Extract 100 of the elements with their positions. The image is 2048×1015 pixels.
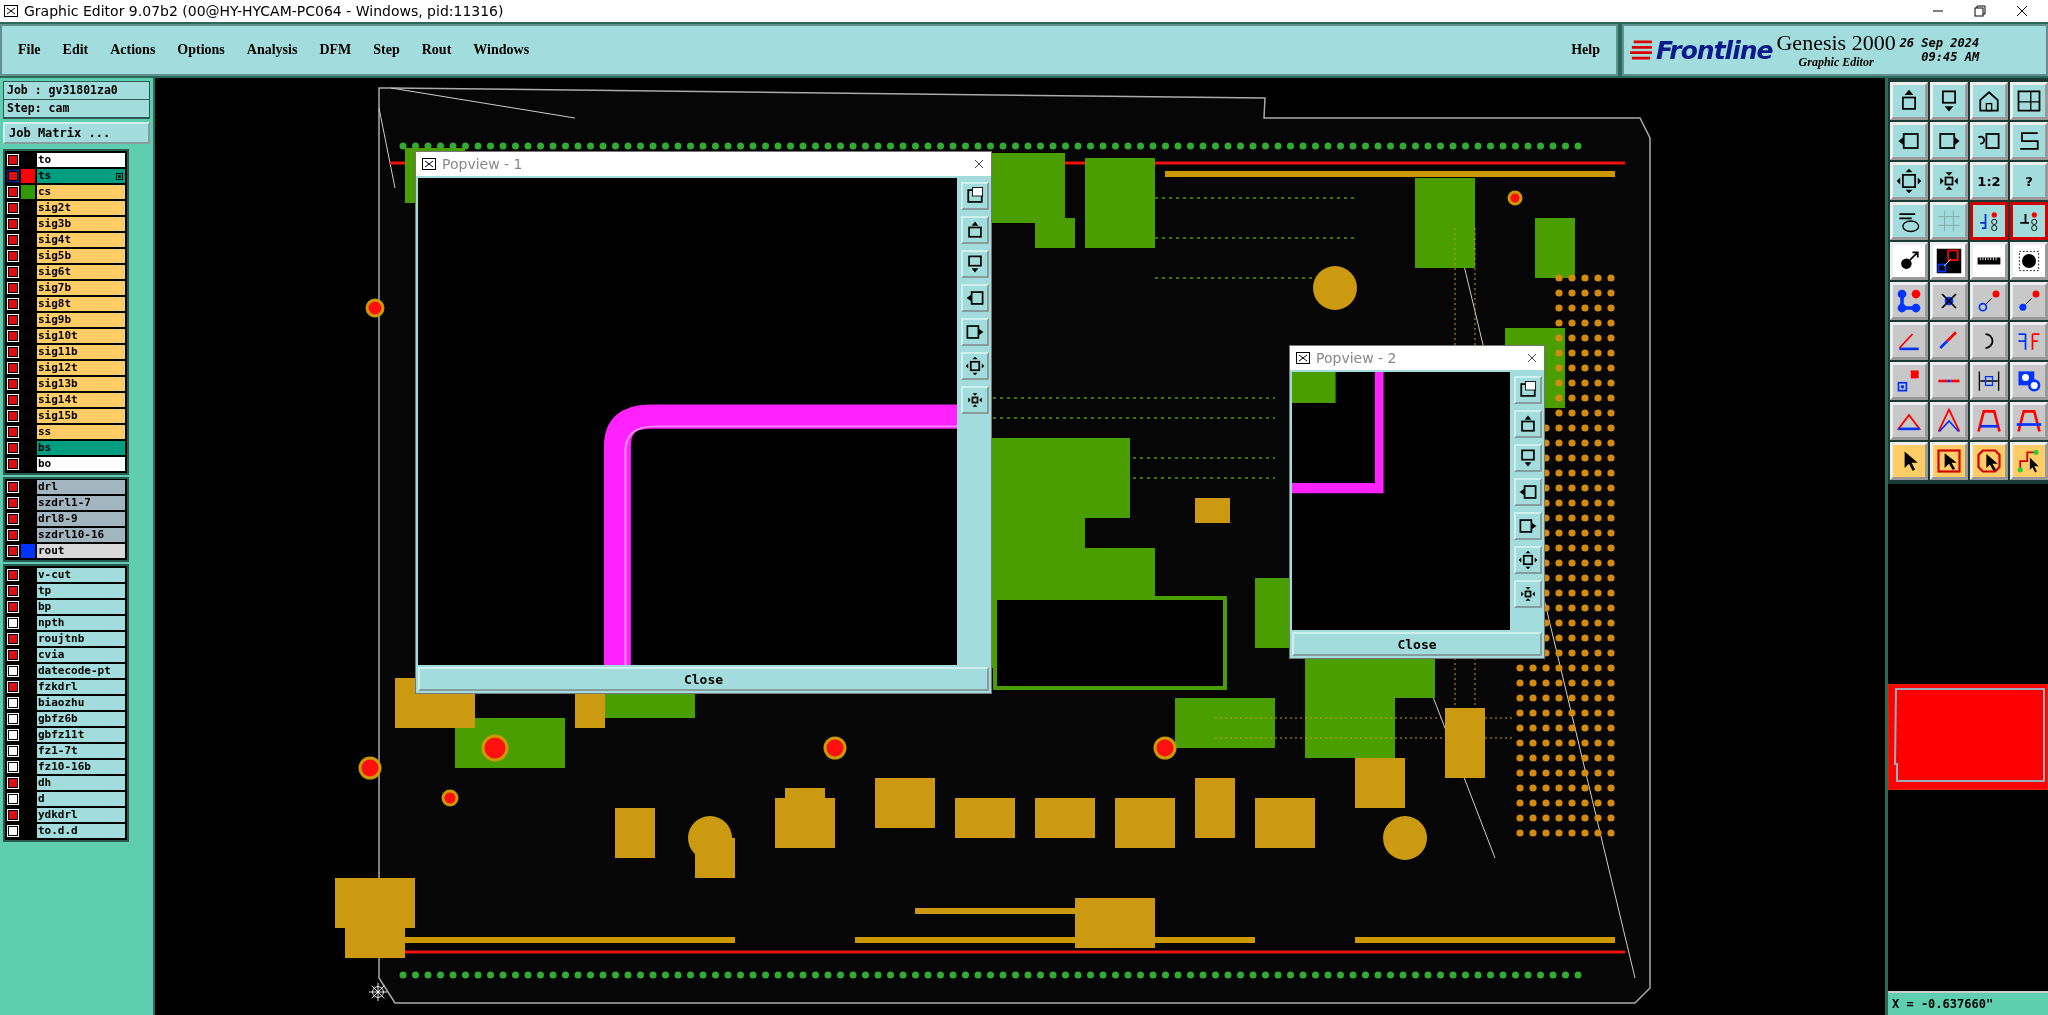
layer-name[interactable]: ts — [37, 168, 125, 183]
layer-name[interactable]: dh — [37, 775, 125, 790]
layer-name[interactable]: cvia — [37, 647, 125, 662]
layer-name[interactable]: sig13b — [37, 376, 125, 391]
layer-name[interactable]: drl — [37, 480, 125, 495]
display-color-swatch[interactable] — [21, 168, 35, 183]
job-matrix-button[interactable]: Job Matrix ... — [3, 122, 150, 144]
menu-item[interactable]: Step — [373, 42, 400, 58]
boxed-marker-icon[interactable] — [1970, 362, 2008, 400]
layer-name[interactable]: sig10t — [37, 328, 125, 343]
menu-item[interactable]: Actions — [110, 42, 156, 58]
expand-box-icon[interactable] — [1514, 546, 1542, 574]
shrink-box-icon[interactable] — [1930, 162, 1968, 200]
layer-name[interactable]: fzkdrl — [37, 679, 125, 694]
layer-name[interactable]: roujtnb — [37, 631, 125, 646]
layer-name[interactable]: gbfz6b — [37, 711, 125, 726]
layer-name[interactable]: biaozhu — [37, 695, 125, 710]
s-curve-icon[interactable] — [2010, 122, 2048, 160]
layer-name[interactable]: npth — [37, 615, 125, 630]
layer-name[interactable]: sig4t — [37, 232, 125, 247]
layer-name[interactable]: sig11b — [37, 344, 125, 359]
layer-name[interactable]: rout — [37, 544, 125, 559]
menu-item[interactable]: Analysis — [246, 42, 298, 58]
export-icon[interactable] — [961, 216, 989, 244]
route-pointer-icon[interactable] — [2010, 442, 2048, 480]
toolbar-button[interactable]: 1:2 — [1970, 162, 2008, 200]
import-icon[interactable] — [961, 250, 989, 278]
mirror-bars-icon[interactable] — [2010, 322, 2048, 360]
layer-name[interactable]: ydkdrl — [37, 807, 125, 822]
layer-name[interactable]: sig12t — [37, 360, 125, 375]
help-menu[interactable]: Help — [1571, 42, 1600, 58]
diagonal-boxes-icon[interactable] — [1930, 242, 1968, 280]
layer-name[interactable]: tp — [37, 583, 125, 598]
toolbar-button[interactable]: ? — [2010, 162, 2048, 200]
blob-icon[interactable] — [2010, 362, 2048, 400]
connected-dots-icon[interactable] — [1890, 282, 1928, 320]
window-icon[interactable] — [961, 182, 989, 210]
house-icon[interactable] — [1970, 82, 2008, 120]
layer-name[interactable]: sig6t — [37, 264, 125, 279]
boxed-pointer-icon[interactable] — [1930, 442, 1968, 480]
layer-name[interactable]: sig15b — [37, 408, 125, 423]
octagon-pointer-icon[interactable] — [1970, 442, 2008, 480]
dot-square-icon[interactable] — [2010, 242, 2048, 280]
undo-box-icon[interactable] — [1970, 122, 2008, 160]
coordinate-readout: X = -0.637660" — [1888, 991, 2048, 1015]
restore-icon[interactable] — [1972, 3, 1988, 19]
close-button[interactable]: Close — [1292, 632, 1542, 656]
expand-box-icon[interactable] — [961, 352, 989, 380]
circuit-icon[interactable] — [1970, 202, 2008, 240]
pointer-icon[interactable] — [1890, 442, 1928, 480]
layer-name[interactable]: d — [37, 791, 125, 806]
menu-item[interactable]: DFM — [319, 42, 352, 58]
close-icon[interactable] — [2014, 3, 2030, 19]
expand-box-icon[interactable] — [1890, 162, 1928, 200]
layer-name[interactable]: sig2t — [37, 200, 125, 215]
layer-name[interactable]: sig8t — [37, 296, 125, 311]
export-icon[interactable] — [1890, 82, 1928, 120]
layer-name[interactable]: fz10-16b — [37, 759, 125, 774]
layer-name[interactable]: to.d.d — [37, 823, 125, 838]
tools-palette-icon[interactable] — [1890, 202, 1928, 240]
layer-name[interactable]: fz1-7t — [37, 743, 125, 758]
layer-name[interactable]: sig14t — [37, 392, 125, 407]
layer-name[interactable]: sig9b — [37, 312, 125, 327]
close-icon[interactable] — [973, 158, 985, 170]
layer-name[interactable]: gbfz11t — [37, 727, 125, 742]
menu-item[interactable]: Options — [177, 42, 225, 58]
trapezoid-icon[interactable] — [1970, 402, 2008, 440]
menu-item[interactable]: Edit — [62, 42, 89, 58]
popview-title: Popview - 2 — [1316, 350, 1397, 366]
ruler-icon[interactable] — [1970, 242, 2008, 280]
window-grid-icon[interactable] — [2010, 82, 2048, 120]
layer-name[interactable]: datecode-pt — [37, 663, 125, 678]
affected-checkbox[interactable] — [7, 169, 19, 182]
display-color-swatch[interactable] — [21, 544, 35, 559]
layer-name[interactable]: bp — [37, 599, 125, 614]
layer-name[interactable]: sig5b — [37, 248, 125, 263]
layer-name[interactable]: sig3b — [37, 216, 125, 231]
layer-name[interactable]: sig7b — [37, 280, 125, 295]
layer-name[interactable]: v-cut — [37, 567, 125, 582]
layer-name[interactable]: bo — [37, 456, 125, 471]
layer-name[interactable]: drl8-9 — [37, 512, 125, 527]
export-icon[interactable] — [1514, 410, 1542, 438]
circuit-icon[interactable] — [2010, 202, 2048, 240]
window-icon[interactable] — [1514, 376, 1542, 404]
layer-name[interactable]: bs — [37, 440, 125, 455]
menu-item[interactable]: File — [18, 42, 41, 58]
close-icon[interactable] — [1526, 352, 1538, 364]
layer-name[interactable]: szdrl10-16 — [37, 528, 125, 543]
import-icon[interactable] — [1930, 82, 1968, 120]
display-color-swatch[interactable] — [21, 184, 35, 199]
layer-name[interactable]: ss — [37, 424, 125, 439]
import-icon[interactable] — [1514, 444, 1542, 472]
layer-name[interactable]: to — [37, 152, 125, 167]
close-button[interactable]: Close — [418, 667, 989, 691]
layer-name[interactable]: cs — [37, 184, 125, 199]
menu-item[interactable]: Windows — [473, 42, 530, 58]
menu-item[interactable]: Rout — [421, 42, 452, 58]
shrink-box-icon[interactable] — [1514, 580, 1542, 608]
layer-name[interactable]: szdrl1-7 — [37, 496, 125, 511]
shrink-box-icon[interactable] — [961, 386, 989, 414]
